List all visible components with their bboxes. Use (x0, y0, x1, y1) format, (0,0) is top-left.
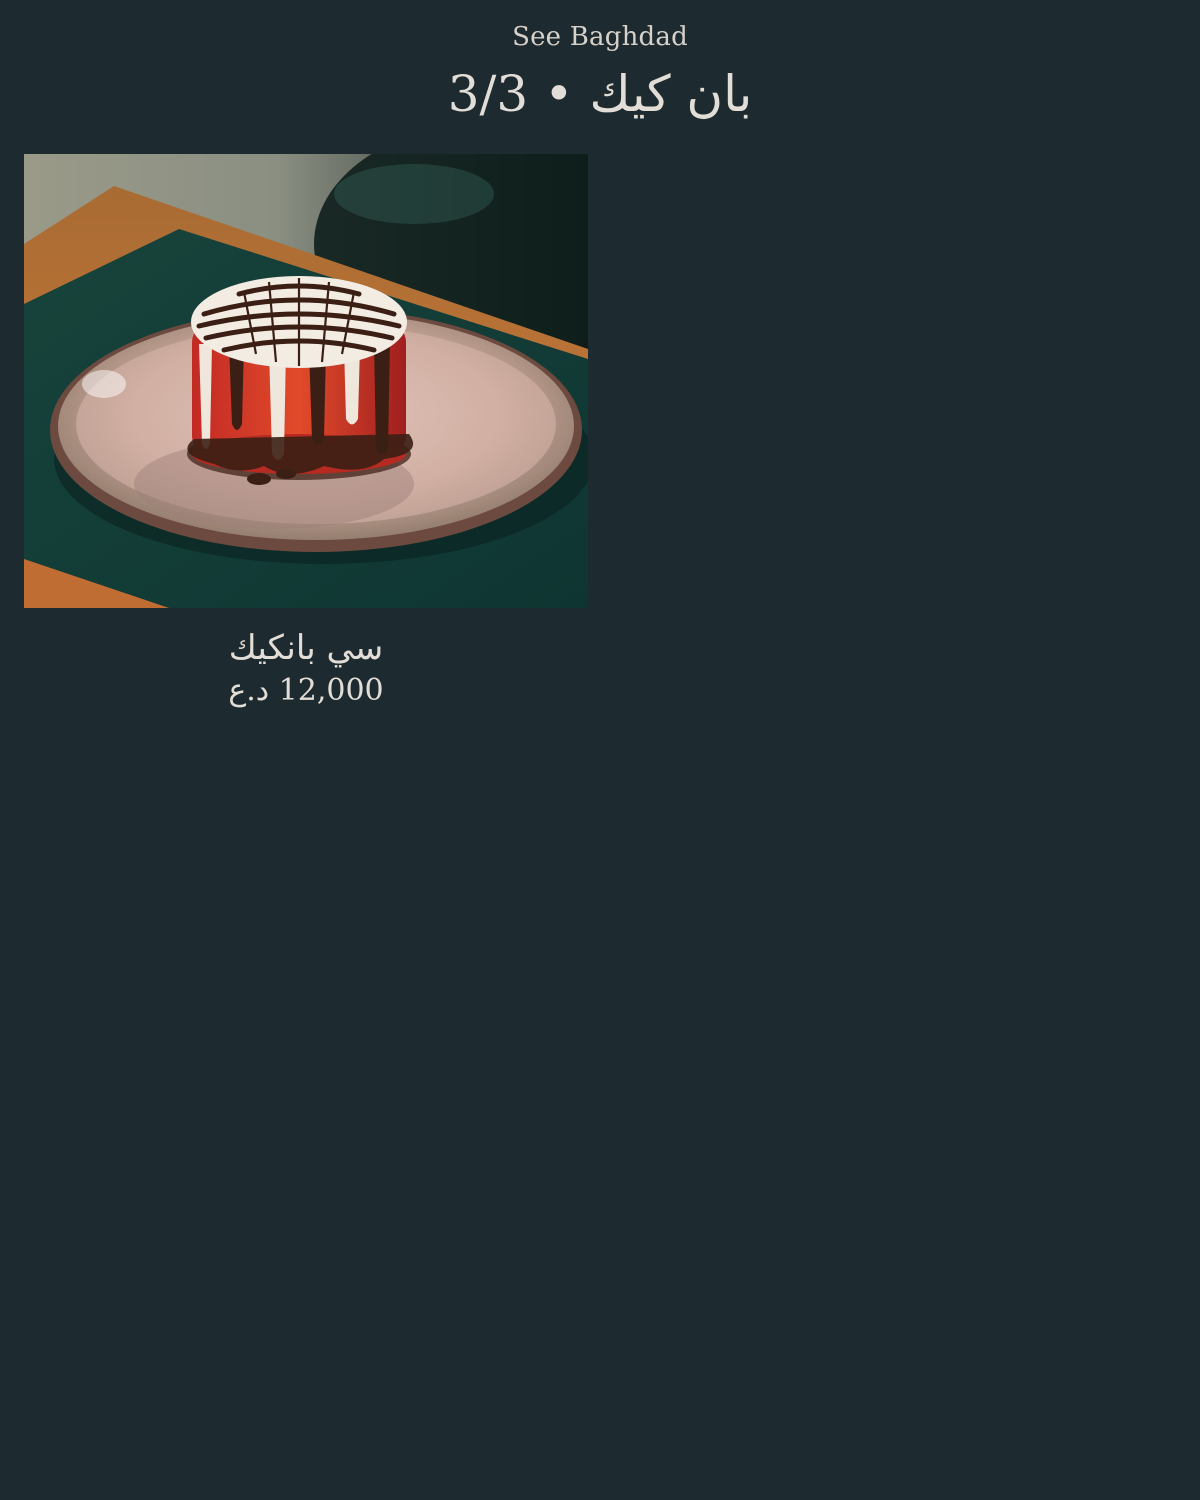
page-title: بان كيك • 3/3 (447, 65, 753, 123)
item-name: سي بانكيك (228, 628, 384, 668)
dessert-photo[interactable] (24, 154, 588, 608)
menu-item-card[interactable]: سي بانكيك 12,000 د.ع (24, 154, 588, 712)
item-price: 12,000 د.ع (228, 673, 384, 708)
brand-name: See Baghdad (512, 22, 688, 52)
page-header: See Baghdad بان كيك • 3/3 (0, 18, 1200, 128)
